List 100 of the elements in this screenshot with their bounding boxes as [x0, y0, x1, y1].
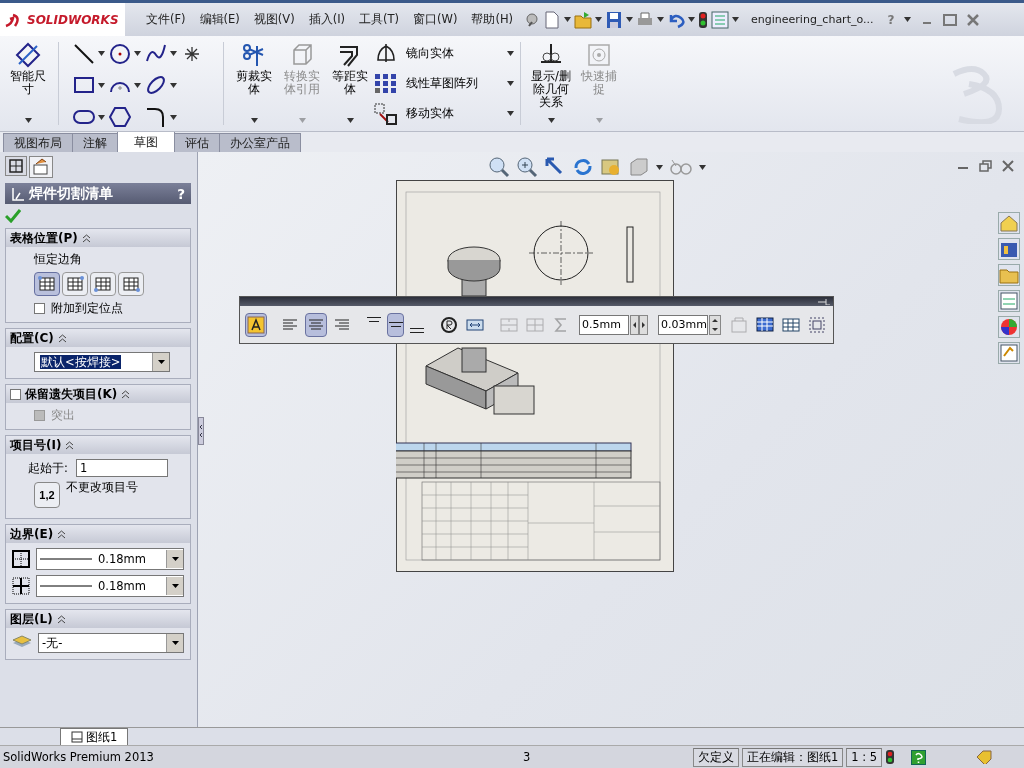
zoom-fit-icon[interactable] [488, 156, 510, 178]
tree-tab-icon[interactable] [5, 156, 27, 176]
checkbox[interactable] [34, 303, 45, 314]
dropdown[interactable]: 默认<按焊接> [34, 352, 170, 372]
polygon-icon[interactable] [109, 106, 131, 129]
circle-icon[interactable] [109, 42, 131, 65]
align-middle-icon [388, 322, 403, 327]
caret-icon[interactable] [98, 83, 105, 88]
line-icon[interactable] [73, 42, 95, 65]
anchor-button[interactable] [62, 272, 88, 296]
ribbon-tool[interactable]: 显示/删除几何关系 [529, 36, 573, 131]
library-icon[interactable] [998, 238, 1020, 260]
collapse-icon[interactable] [121, 389, 131, 399]
pin-icon[interactable] [818, 298, 830, 305]
caret-icon[interactable] [134, 83, 141, 88]
caret-icon[interactable] [98, 114, 105, 120]
command-tab[interactable]: 评估 [174, 133, 220, 152]
caret-icon[interactable] [656, 164, 663, 170]
ribbon-tool[interactable]: 剪裁实体 [232, 36, 276, 131]
zoom-area-icon[interactable] [516, 156, 538, 178]
caret-icon[interactable] [507, 50, 514, 56]
traffic-light-icon[interactable] [698, 10, 709, 29]
menu-item[interactable]: 帮助(H) [464, 12, 521, 27]
numbering-button[interactable]: 1,2 [34, 482, 60, 508]
caret-icon[interactable] [134, 51, 141, 57]
rotate-icon[interactable] [572, 156, 594, 178]
menu-item[interactable]: 视图(V) [246, 12, 302, 27]
command-tab[interactable]: 办公室产品 [219, 133, 301, 152]
caret-icon[interactable] [657, 17, 665, 22]
caret-icon[interactable] [626, 17, 634, 22]
collapse-icon[interactable] [81, 233, 91, 243]
collapse-icon[interactable] [57, 529, 67, 539]
collapse-icon[interactable] [57, 333, 67, 343]
arrow-buttons-icon[interactable] [630, 314, 649, 335]
anchor-button[interactable] [90, 272, 116, 296]
checkbox[interactable] [10, 388, 21, 400]
panel-splitter-icon[interactable] [198, 417, 204, 445]
dropdown-arrow-icon [157, 360, 165, 364]
help-icon[interactable] [911, 749, 927, 765]
ribbon-button[interactable]: 线性草图阵列 [406, 76, 499, 91]
ribbon-tool[interactable]: 等距实体 [328, 36, 372, 131]
restore-icon[interactable] [979, 160, 992, 172]
fillet-icon[interactable] [145, 106, 167, 129]
ok-check-icon[interactable] [5, 209, 21, 223]
caret-icon[interactable] [24, 118, 32, 123]
size-field[interactable]: 0.5mm [579, 314, 630, 335]
caret-icon[interactable] [507, 111, 514, 117]
caret-icon[interactable] [564, 17, 572, 22]
sheet-scale[interactable]: 1 : 5 [846, 747, 883, 767]
anchor-button[interactable] [34, 272, 60, 296]
caret-icon[interactable] [170, 83, 177, 88]
format-button[interactable] [245, 312, 267, 337]
traffic-light-icon[interactable] [885, 749, 896, 765]
caret-icon[interactable] [250, 118, 258, 123]
line-style-icon [40, 557, 92, 561]
spin-buttons-icon[interactable] [709, 314, 722, 335]
caret-icon[interactable] [595, 17, 603, 22]
pin-icon[interactable] [524, 11, 541, 28]
help-button[interactable]: ? [177, 185, 185, 202]
collapse-icon[interactable] [65, 440, 75, 450]
dropdown[interactable]: -无- [38, 633, 184, 653]
caret-icon[interactable] [688, 17, 696, 22]
tag-icon[interactable] [976, 750, 993, 764]
command-tab[interactable]: 草图 [117, 131, 175, 152]
menu-item[interactable]: 文件(F) [139, 12, 193, 27]
collapse-icon[interactable] [56, 614, 66, 624]
menu-item[interactable]: 工具(T) [352, 12, 407, 27]
caret-icon[interactable] [98, 51, 105, 57]
sheet-icon [71, 731, 83, 743]
start-number-field[interactable]: 1 [75, 459, 168, 477]
caret-icon[interactable] [170, 114, 177, 120]
anchor-button[interactable] [118, 272, 144, 296]
command-tab[interactable]: 视图布局 [3, 133, 73, 152]
caret-icon[interactable] [507, 81, 514, 86]
menu-item[interactable]: 编辑(E) [192, 12, 247, 27]
menu-item[interactable]: 窗口(W) [406, 12, 465, 27]
close-icon[interactable] [1002, 160, 1014, 172]
size-field[interactable]: 0.03mm [658, 314, 709, 335]
caret-icon[interactable] [170, 51, 177, 57]
command-tab[interactable]: 注解 [72, 133, 118, 152]
maximize-icon[interactable] [943, 13, 958, 26]
format-button[interactable] [386, 312, 405, 337]
property-tab-icon[interactable] [29, 156, 53, 178]
save-icon[interactable] [605, 10, 624, 29]
caret-icon[interactable] [732, 17, 740, 22]
ribbon-button[interactable]: 移动实体 [406, 106, 499, 122]
menu-item[interactable]: 插入(I) [301, 12, 353, 27]
sheet-tab[interactable]: 图纸1 [60, 728, 129, 745]
caret-icon[interactable] [904, 17, 912, 22]
caret-icon[interactable] [346, 118, 354, 123]
caret-icon[interactable] [699, 164, 706, 170]
dropdown[interactable]: 0.18mm [36, 548, 184, 570]
ribbon-button[interactable]: 镜向实体 [406, 45, 499, 61]
appearance-icon[interactable] [998, 316, 1020, 338]
close-icon[interactable] [967, 13, 980, 26]
caret-icon[interactable] [547, 118, 555, 123]
ellipse-icon[interactable] [145, 74, 167, 97]
ribbon-tool[interactable]: 智能尺寸 [6, 36, 50, 131]
dropdown[interactable]: 0.18mm [36, 575, 184, 597]
custom-properties-icon[interactable] [998, 342, 1020, 364]
